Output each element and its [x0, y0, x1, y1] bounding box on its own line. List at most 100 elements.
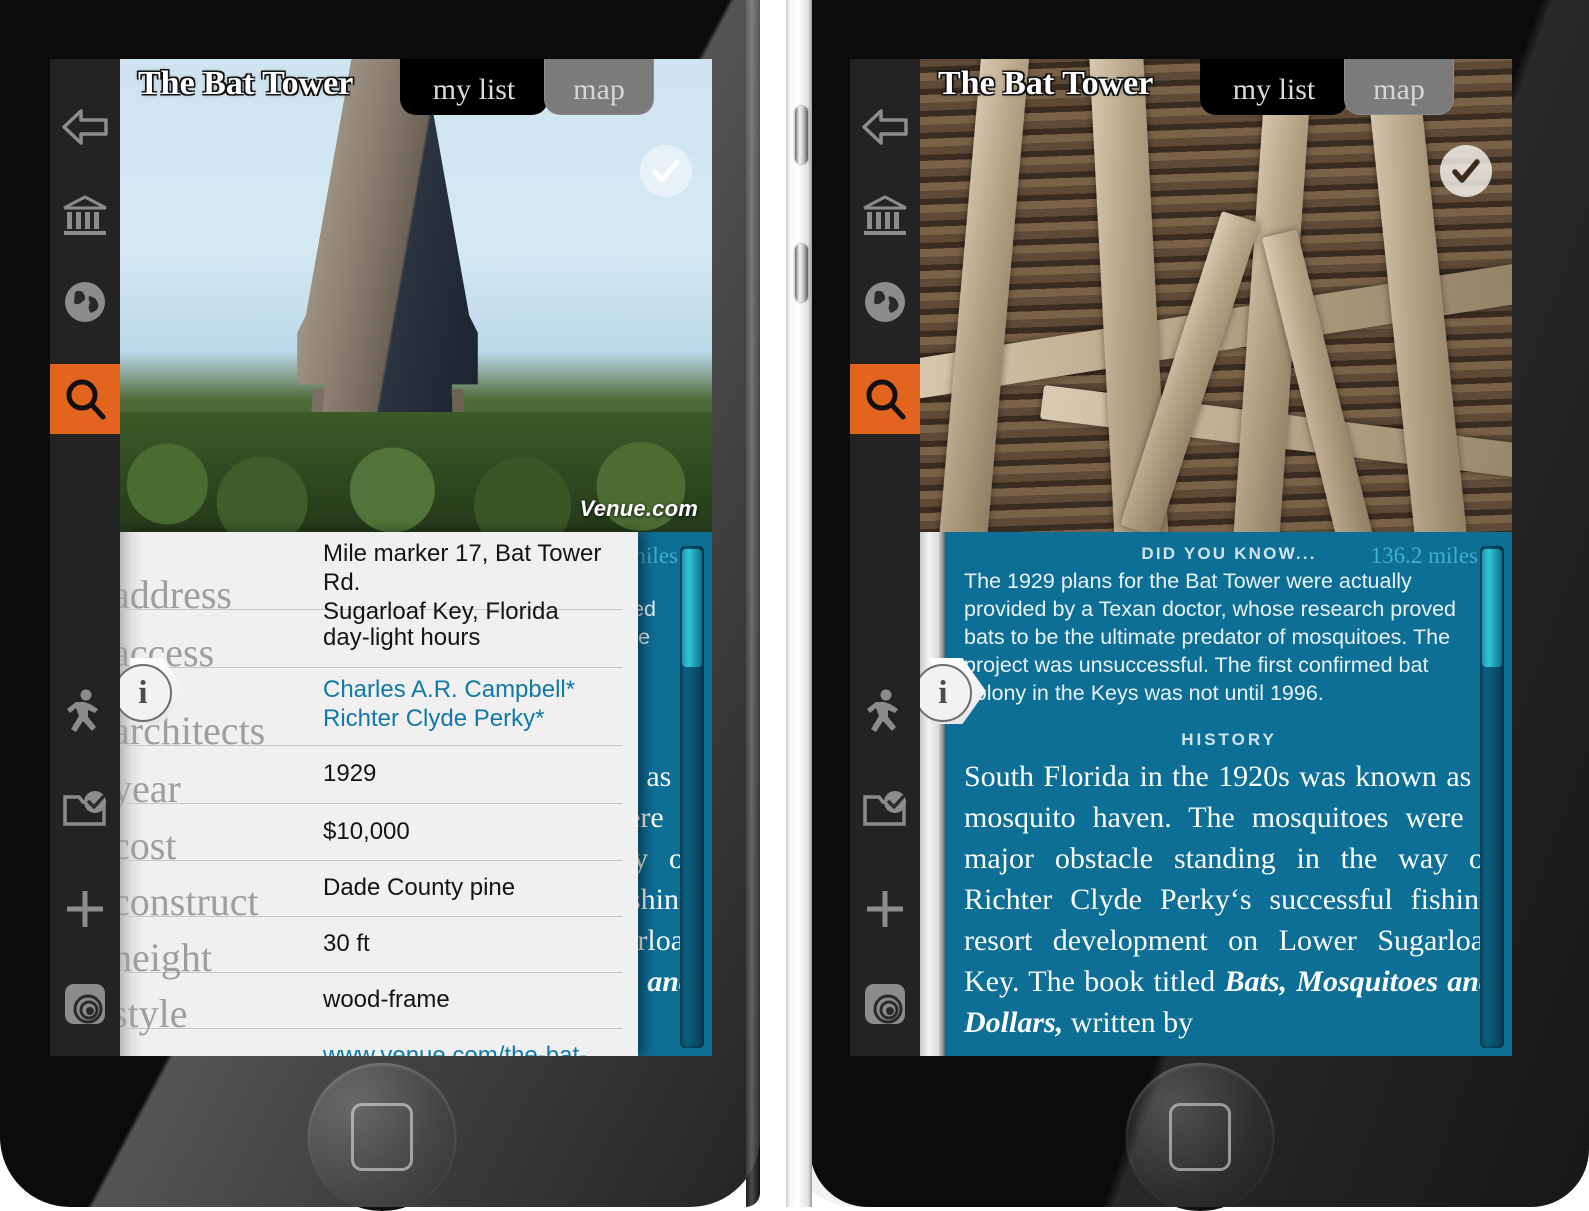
table-row[interactable]: style wood-frame	[120, 973, 622, 1034]
home-button-right[interactable]	[1125, 1063, 1274, 1211]
row-key: height	[120, 935, 212, 980]
phone-black-right-edge	[746, 0, 760, 1207]
sidebar-item-collection[interactable]	[850, 774, 920, 844]
phone-white-left-rim	[786, 0, 812, 1207]
row-value-link[interactable]: www.venue.com/the-bat-tower	[323, 1029, 622, 1056]
search-icon	[866, 379, 906, 420]
sidebar-item-back[interactable]	[850, 92, 920, 162]
screen-right: The Bat Tower my list map DID YOU KNOW..…	[850, 59, 1512, 1056]
tab-map[interactable]: map	[544, 59, 654, 115]
table-row[interactable]: address Mile marker 17, Bat Tower Rd. Su…	[120, 532, 622, 625]
home-button-left[interactable]	[308, 1063, 456, 1211]
tab-my-list[interactable]: my list	[400, 59, 548, 115]
sidebar-item-search[interactable]	[50, 364, 120, 434]
globe-icon	[65, 282, 105, 322]
row-value: 30 ft	[323, 930, 370, 957]
did-you-know-body: The 1929 plans for the Bat Tower were ac…	[964, 569, 1457, 705]
venue-photo-exterior[interactable]: Venue.com	[120, 59, 712, 532]
scrollbar-right[interactable]	[1480, 546, 1504, 1048]
search-icon	[66, 379, 106, 420]
table-row[interactable]: cost $10,000	[120, 804, 622, 866]
content-left: Venue.com The Bat Tower my list map DID …	[120, 59, 712, 1056]
sidebar-left	[50, 59, 120, 1056]
back-arrow-icon	[62, 109, 108, 145]
did-you-know-label: DID YOU KNOW...	[1141, 544, 1317, 563]
info-panel-left-edge	[920, 532, 946, 1056]
table-row[interactable]: year 1929	[120, 746, 622, 809]
folder-check-icon	[863, 791, 906, 826]
camera-spiral-icon	[65, 984, 105, 1024]
volume-down-button[interactable]	[795, 244, 808, 302]
history-body: South Florida in the 1920s was known as …	[964, 756, 1494, 1044]
row-key: www	[120, 1050, 199, 1057]
history-label: HISTORY	[1181, 729, 1277, 749]
detail-table: address Mile marker 17, Bat Tower Rd. Su…	[120, 532, 638, 1056]
home-square-icon	[1168, 1103, 1231, 1171]
title-bar-left: The Bat Tower my list map	[120, 59, 712, 115]
visited-check-badge[interactable]	[1440, 145, 1492, 197]
sidebar-item-back[interactable]	[50, 92, 120, 162]
back-arrow-icon	[862, 109, 908, 145]
history-text-part1: South Florida in the 1920s was known as …	[964, 759, 1494, 999]
sidebar-item-search[interactable]	[850, 364, 920, 434]
sidebar-item-collection[interactable]	[50, 774, 120, 844]
info-tab-handle-right[interactable]: i	[920, 658, 988, 724]
walking-person-icon	[867, 689, 898, 732]
row-value: 1929	[323, 760, 377, 787]
visited-check-badge[interactable]	[640, 145, 692, 197]
page-title: The Bat Tower	[138, 65, 354, 102]
tab-my-list[interactable]: my list	[1200, 59, 1348, 115]
distance-label: 136.2 miles	[1370, 543, 1478, 568]
phone-gap	[760, 0, 786, 1207]
globe-icon	[865, 282, 905, 322]
sidebar-item-globe[interactable]	[850, 267, 920, 337]
info-panel-content-right: DID YOU KNOW... 136.2 miles The 1929 pla…	[946, 532, 1512, 1056]
row-key: year	[120, 766, 181, 811]
volume-up-button[interactable]	[795, 106, 808, 164]
sidebar-right	[850, 59, 920, 1056]
sidebar-item-walk[interactable]	[50, 677, 120, 747]
table-row[interactable]: construct Dade County pine	[120, 861, 622, 922]
row-key: address	[120, 572, 232, 617]
scrollbar-thumb[interactable]	[1482, 549, 1502, 667]
row-key: style	[120, 991, 188, 1036]
scrollbar-thumb[interactable]	[682, 549, 702, 667]
sidebar-item-camera[interactable]	[850, 969, 920, 1039]
info-tab-handle-left[interactable]: i	[120, 658, 188, 724]
tab-map[interactable]: map	[1344, 59, 1454, 115]
row-value: $10,000	[323, 818, 410, 845]
sidebar-item-venues[interactable]	[850, 181, 920, 251]
sidebar-item-add[interactable]	[50, 874, 120, 944]
content-right: The Bat Tower my list map DID YOU KNOW..…	[920, 59, 1512, 1056]
sidebar-item-venues[interactable]	[50, 181, 120, 251]
table-row[interactable]: height 30 ft	[120, 917, 622, 978]
camera-spiral-icon	[865, 984, 905, 1024]
sidebar-item-add[interactable]	[850, 874, 920, 944]
scrollbar-left[interactable]	[680, 546, 704, 1048]
title-bar-right: The Bat Tower my list map	[920, 59, 1512, 115]
home-square-icon	[351, 1103, 413, 1171]
venue-photo-interior[interactable]	[920, 59, 1512, 532]
sidebar-item-walk[interactable]	[850, 677, 920, 747]
plus-icon	[67, 891, 103, 927]
row-value: Dade County pine	[323, 874, 516, 901]
history-text-part2: written by	[1063, 1006, 1194, 1040]
beam-shape	[937, 59, 1031, 532]
row-value-link[interactable]: Charles A.R. Campbell* Richter Clyde Per…	[323, 668, 575, 744]
walking-person-icon	[67, 689, 98, 732]
check-icon	[652, 159, 680, 183]
folder-check-icon	[63, 791, 106, 826]
museum-icon	[63, 195, 107, 235]
photo-watermark: Venue.com	[579, 496, 698, 521]
table-row[interactable]: architects Charles A.R. Campbell* Richte…	[120, 668, 622, 751]
sidebar-item-camera[interactable]	[50, 969, 120, 1039]
sidebar-item-globe[interactable]	[50, 267, 120, 337]
museum-icon	[863, 195, 907, 235]
table-row[interactable]: www www.venue.com/the-bat-tower	[120, 1029, 622, 1056]
row-value: day-light hours	[323, 624, 481, 651]
screen-left: Venue.com The Bat Tower my list map DID …	[50, 59, 712, 1056]
table-row[interactable]: access day-light hours	[120, 610, 622, 673]
row-key: construct	[120, 879, 259, 924]
info-panel-right: DID YOU KNOW... 136.2 miles The 1929 pla…	[920, 532, 1512, 1056]
page-title: The Bat Tower	[938, 65, 1154, 102]
